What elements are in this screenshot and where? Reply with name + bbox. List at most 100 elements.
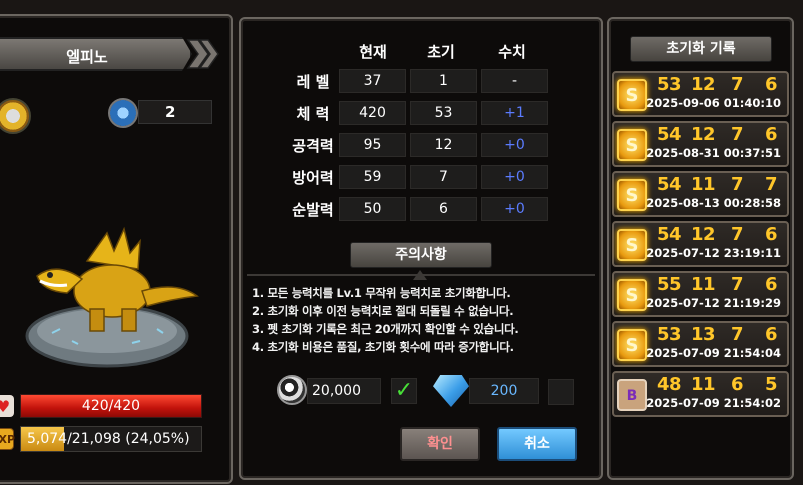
notice-line: 2. 초기화 이후 이전 능력치로 절대 되돌릴 수 없습니다. [252,304,514,318]
history-item: B 48 11 6 5 2025-07-09 21:54:02 [612,371,789,417]
history-stat-value: 6 [764,124,778,145]
stat-current: 95 [339,133,406,157]
history-timestamp: 2025-08-13 00:28:58 [646,196,781,210]
notice-line: 4. 초기화 비용은 품질, 초기화 횟수에 따라 증가합니다. [252,340,514,354]
stat-initial: 53 [410,101,477,125]
gem-cost: 200 [469,378,539,404]
history-timestamp: 2025-07-12 23:19:11 [646,246,781,260]
hp-value: 420/420 [81,398,141,414]
history-stat-value: 6 [764,274,778,295]
stat-initial: 7 [410,165,477,189]
exp-value: 5,074/21,098 (24,05%) [27,431,190,447]
exp-icon: EXP [0,428,15,450]
history-stats: 54 11 7 7 [654,173,786,197]
pet-name-banner: 엘피노 [0,37,192,71]
history-stat-value: 13 [690,324,716,345]
history-item: S 55 11 7 6 2025-07-12 21:19:29 [612,271,789,317]
history-stat-value: 53 [656,324,682,345]
history-item: S 53 13 7 6 2025-07-09 21:54:04 [612,321,789,367]
history-stat-value: 54 [656,174,682,195]
history-item: S 54 12 7 6 2025-07-12 23:19:11 [612,221,789,267]
history-stat-value: 54 [656,224,682,245]
history-stat-value: 12 [690,124,716,145]
notice-line: 1. 모든 능력치를 Lv.1 무작위 능력치로 초기화합니다. [252,286,511,300]
history-stat-value: 53 [656,74,682,95]
rank-badge: S [617,229,647,261]
history-stat-value: 12 [690,224,716,245]
history-stat-value: 7 [730,174,744,195]
notice-title: 주의사항 [350,242,492,268]
rank-badge: S [617,279,647,311]
history-stats: 54 12 7 6 [654,223,786,247]
pet-dinosaur-image [25,226,199,368]
stat-change: +1 [481,101,548,125]
hp-bar: 420/420 [20,394,202,418]
rank-badge: B [617,379,647,411]
heart-icon: ♥ [0,395,14,417]
rank-badge: S [617,329,647,361]
history-stat-value: 6 [730,374,744,395]
history-timestamp: 2025-07-09 21:54:02 [646,396,781,410]
history-stat-value: 48 [656,374,682,395]
rank-badge: S [617,129,647,161]
stat-initial: 1 [410,69,477,93]
history-stat-value: 7 [730,324,744,345]
stat-initial: 12 [410,133,477,157]
history-stat-value: 7 [730,274,744,295]
rank-badge: S [617,179,647,211]
confirm-button[interactable]: 확인 [400,427,480,461]
element-icon [0,98,31,134]
history-stats: 48 11 6 5 [654,373,786,397]
history-stats: 53 12 7 6 [654,73,786,97]
gold-coin-icon [277,375,307,405]
stat-change: +0 [481,197,548,221]
history-timestamp: 2025-09-06 01:40:10 [646,96,781,110]
skill-level-value: 2 [165,103,176,121]
skill-level-box: 2 [138,100,212,124]
history-stat-value: 7 [764,174,778,195]
chevron-right-icon [186,39,219,69]
history-stat-value: 12 [690,74,716,95]
history-stat-value: 11 [690,374,716,395]
pet-name: 엘피노 [66,48,108,66]
stat-change: +0 [481,133,548,157]
stat-initial: 6 [410,197,477,221]
diamond-icon [433,375,469,407]
history-title: 초기화 기록 [630,36,772,62]
history-stat-value: 6 [764,224,778,245]
history-stat-value: 11 [690,274,716,295]
history-timestamp: 2025-07-12 21:19:29 [646,296,781,310]
stat-change: +0 [481,165,548,189]
gem-checkbox[interactable] [548,379,574,405]
col-header-current: 현재 [359,43,387,61]
col-header-initial: 초기 [427,43,455,61]
cancel-button[interactable]: 취소 [497,427,577,461]
stat-current: 50 [339,197,406,221]
history-stat-value: 7 [730,124,744,145]
notice-list: 1. 모든 능력치를 Lv.1 무작위 능력치로 초기화합니다. 2. 초기화 … [252,284,598,356]
history-stat-value: 5 [764,374,778,395]
stat-current: 420 [339,101,406,125]
history-stat-value: 6 [764,324,778,345]
gold-cost: 20,000 [307,378,381,404]
history-item: S 53 12 7 6 2025-09-06 01:40:10 [612,71,789,117]
history-timestamp: 2025-08-31 00:37:51 [646,146,781,160]
reset-history-panel: 초기화 기록 S 53 12 7 6 2025-09-06 01:40:10 S 54 12 7 6… [607,17,794,480]
history-stat-value: 6 [764,74,778,95]
pet-info-panel: 엘피노 2 ♥ 420/420 EXP 5,074/21,098 (24,05%… [0,14,233,484]
history-stats: 53 13 7 6 [654,323,786,347]
history-timestamp: 2025-07-09 21:54:04 [646,346,781,360]
history-item: S 54 11 7 7 2025-08-13 00:28:58 [612,171,789,217]
history-item: S 54 12 7 6 2025-08-31 00:37:51 [612,121,789,167]
history-stats: 54 12 7 6 [654,123,786,147]
reset-panel: 현재 초기 수치 레 벨 37 1 - 체 력 420 53 +1 공격력 95… [239,17,603,480]
stat-current: 59 [339,165,406,189]
skill-orb-icon [108,98,138,128]
gold-checkbox[interactable]: ✓ [391,378,417,404]
history-stat-value: 55 [656,274,682,295]
history-stat-value: 54 [656,124,682,145]
rank-badge: S [617,79,647,111]
exp-bar: 5,074/21,098 (24,05%) [20,426,202,452]
history-stat-value: 7 [730,224,744,245]
stat-change: - [481,69,548,93]
